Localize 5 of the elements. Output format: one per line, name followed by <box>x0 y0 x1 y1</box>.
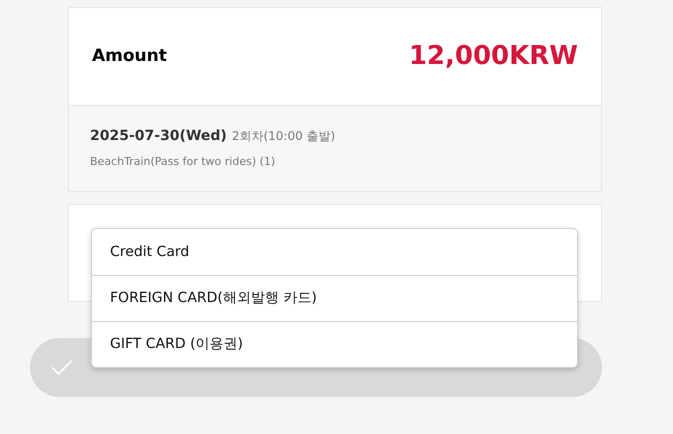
amount-label: Amount <box>92 44 167 68</box>
session-text: 2회차(10:00 출발) <box>232 128 336 145</box>
amount-value: 12,000KRW <box>408 40 578 73</box>
product-text: BeachTrain(Pass for two rides) (1) <box>90 154 276 170</box>
booking-date: 2025-07-30(Wed) <box>90 127 227 146</box>
